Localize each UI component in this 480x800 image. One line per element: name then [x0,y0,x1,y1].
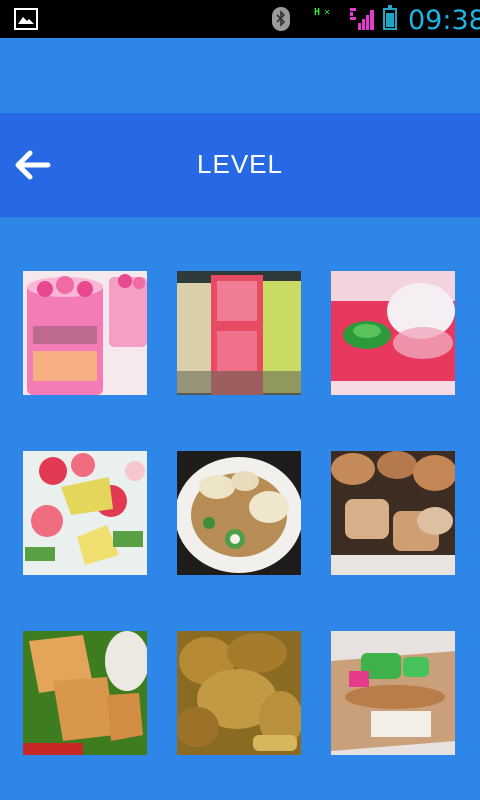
level-tile-8[interactable] [177,631,301,755]
data-activity-icon: H ✕ [314,7,330,18]
level-image-pink-drink-dessert [23,271,147,395]
level-image-fried-snacks [331,451,455,575]
status-bar: H ✕ 09:38 [0,0,480,38]
level-image-fruit-ice-salad [23,451,147,575]
page-title: LEVEL [197,149,283,179]
level-image-curry-dish [177,631,301,755]
level-tile-1[interactable] [23,271,147,395]
level-tile-3[interactable] [331,271,455,395]
signal-icon [350,8,374,30]
bluetooth-icon [272,7,290,31]
level-image-colorful-sweet-snack [331,631,455,755]
clock: 09:38 [408,5,480,36]
level-image-green-dessert-pink-sauce [331,271,455,395]
level-image-wrapped-food-banana-leaf [23,631,147,755]
level-tile-2[interactable] [177,271,301,395]
level-tile-9[interactable] [331,631,455,755]
app-header: LEVEL [0,113,480,217]
level-tile-4[interactable] [23,451,147,575]
level-tile-5[interactable] [177,451,301,575]
level-image-colorful-drinks [177,271,301,395]
battery-icon [383,5,397,30]
gallery-icon [14,8,38,30]
level-tile-6[interactable] [331,451,455,575]
level-image-plate-with-crackers [177,451,301,575]
level-tile-7[interactable] [23,631,147,755]
